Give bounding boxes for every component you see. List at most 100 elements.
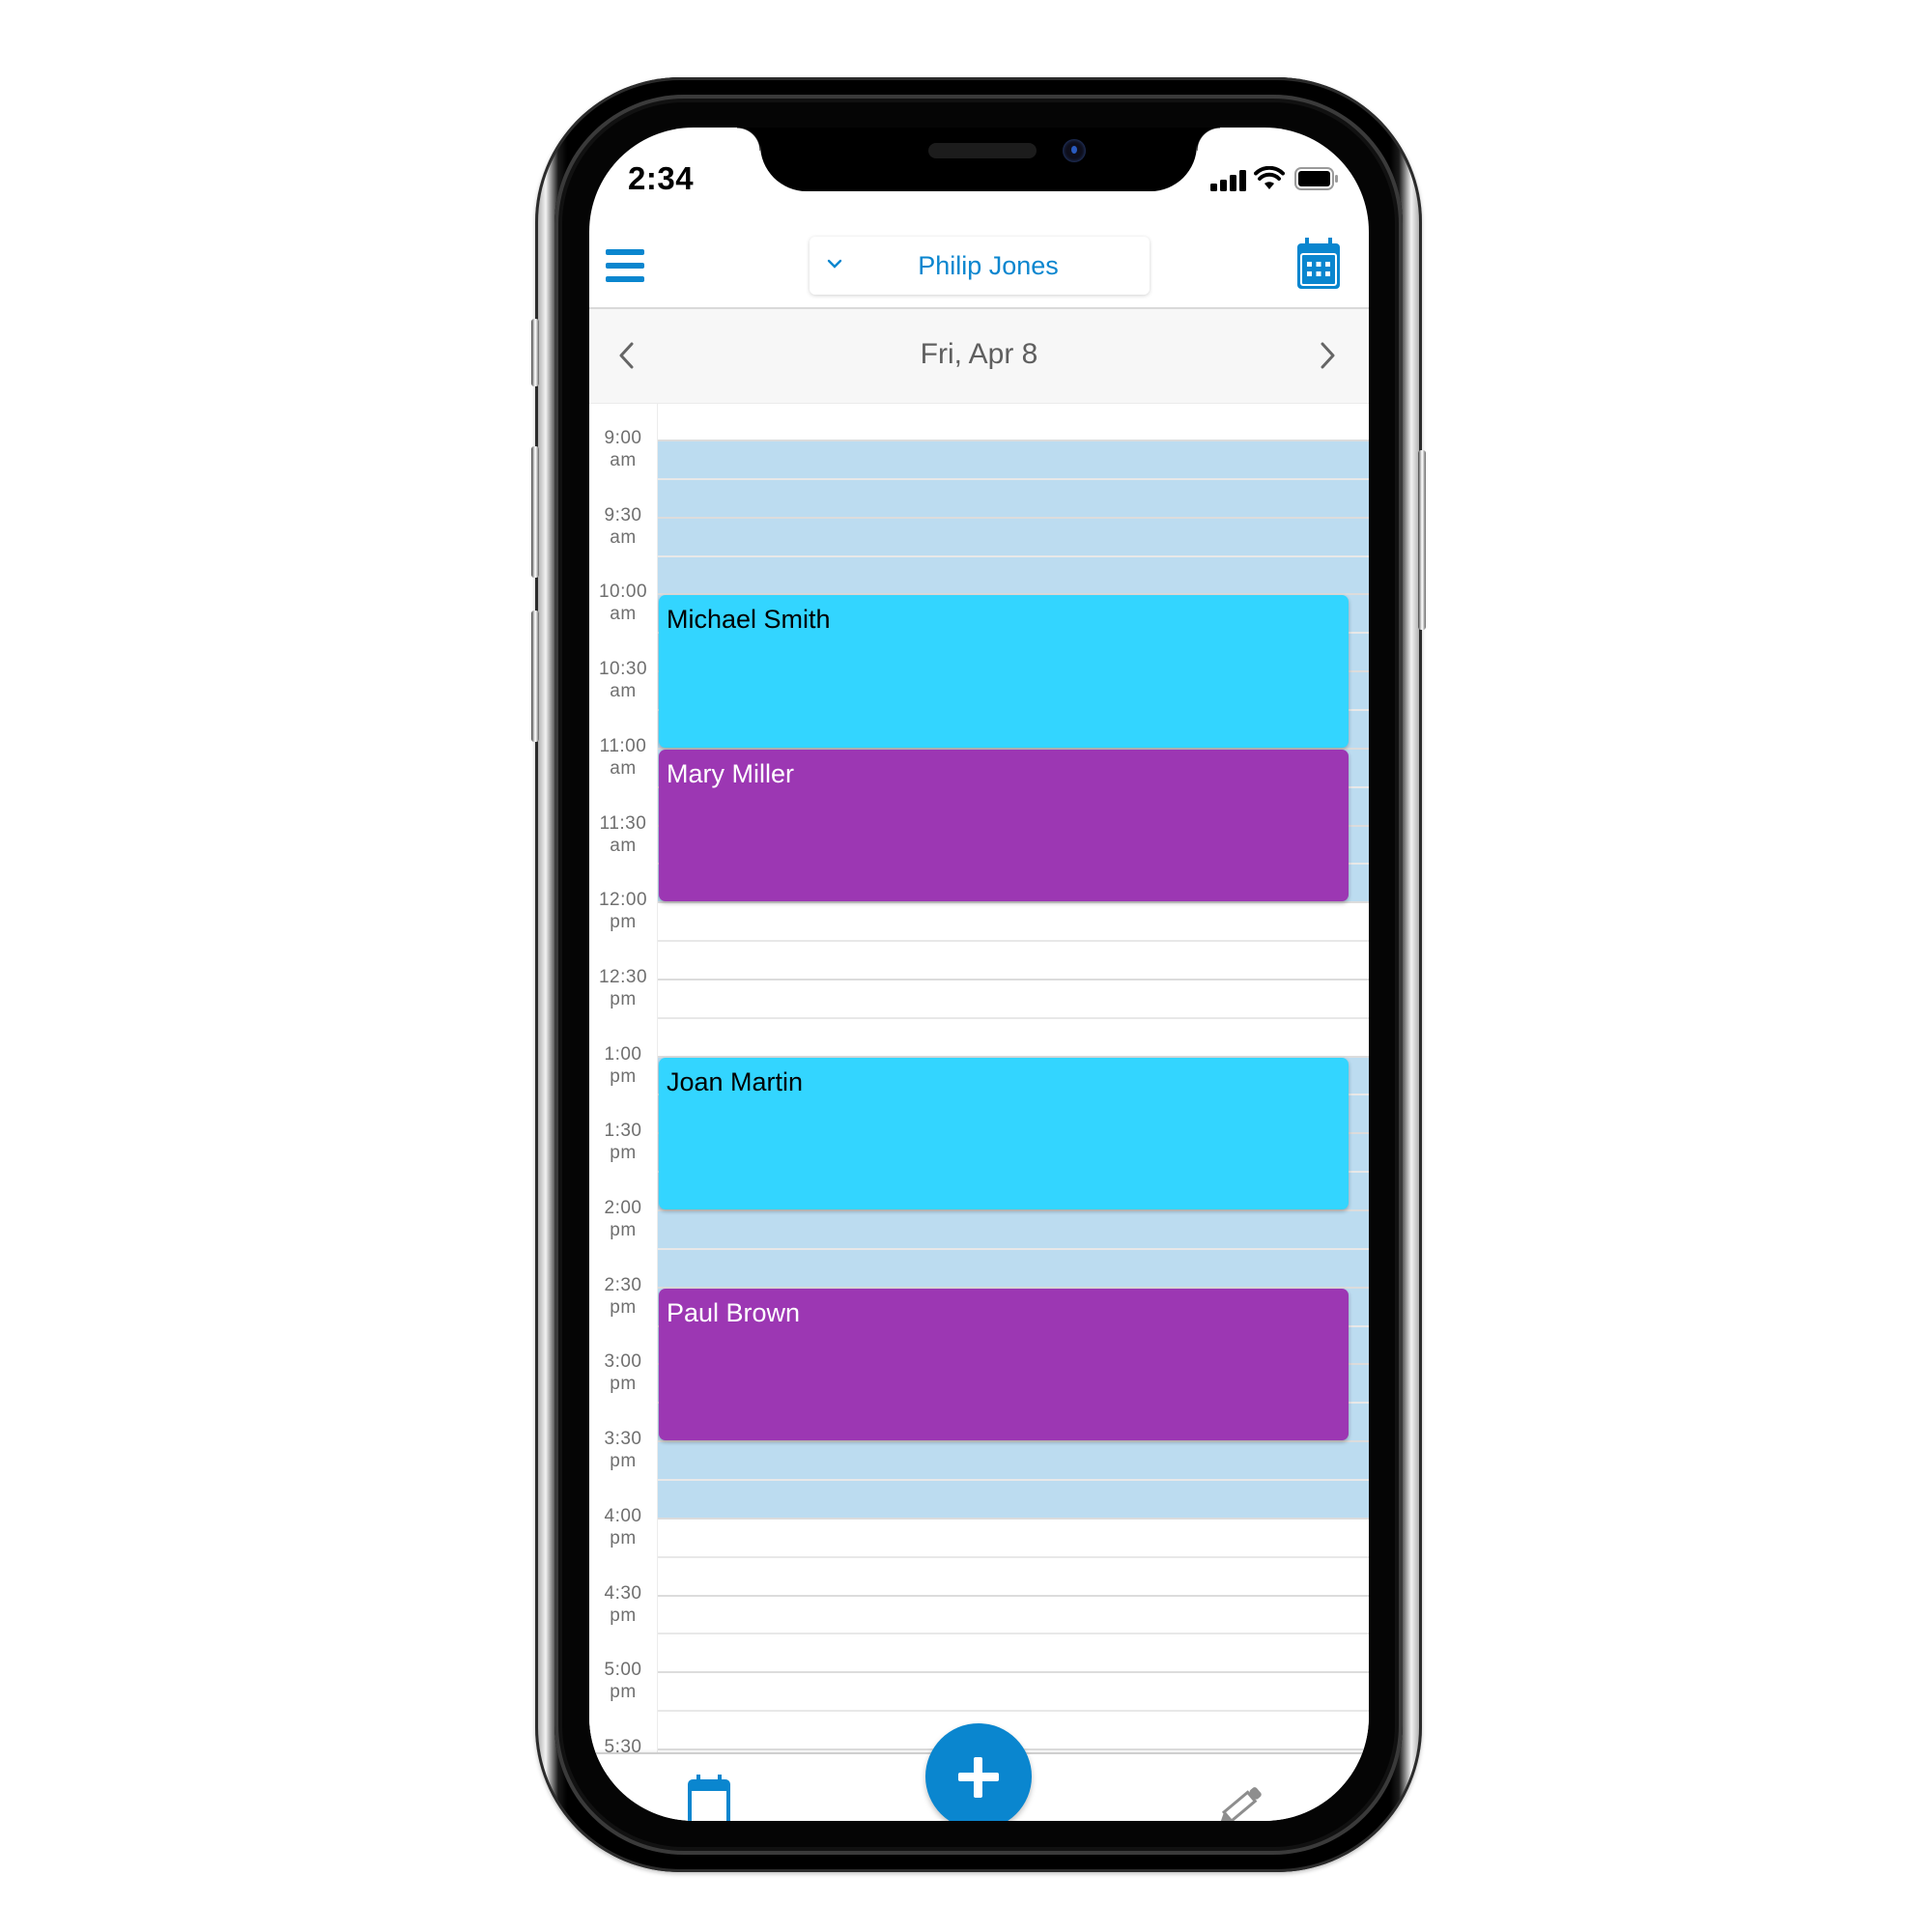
volume-up-button [531,446,539,578]
time-label-hour: 2:00 [604,1198,642,1218]
volume-down-button [531,611,539,742]
wifi-icon [1254,166,1285,189]
time-column: 9:00 am 9:30 am 10:00 am 10:30 am 11:00 am 11:30 am… [589,404,658,1752]
appointment-block[interactable]: Mary Miller [659,749,1349,902]
time-label-hour: 10:00 [598,582,648,603]
time-label: 2:30 pm [589,1274,657,1319]
appointment-block[interactable]: Michael Smith [659,595,1349,748]
battery-icon [1294,167,1338,190]
half-hour-gridline [657,1594,1369,1597]
time-label-period: pm [610,1451,637,1472]
time-label-hour: 3:30 [604,1429,642,1450]
time-label: 3:00 pm [589,1350,657,1395]
time-label: 1:30 pm [589,1120,657,1164]
half-hour-gridline [657,901,1369,904]
time-label-hour: 10:30 [598,659,648,680]
time-label: 4:30 pm [589,1582,657,1627]
time-label: 10:00 am [589,581,657,625]
calendar-tab-icon[interactable] [688,1774,730,1821]
power-button [1418,450,1426,630]
time-label-hour: 9:30 [604,504,642,526]
time-label-hour: 5:30 [604,1736,642,1752]
half-hour-gridline [657,1517,1369,1520]
time-label: 12:00 pm [589,889,657,933]
time-label-hour: 2:30 [604,1274,642,1295]
appointment-block[interactable]: Joan Martin [659,1057,1349,1209]
time-label: 9:30 am [589,504,657,549]
quarter-hour-gridline [657,477,1369,480]
time-label: 1:00 pm [589,1043,657,1088]
time-label-hour: 11:00 [599,735,647,756]
appointment-client-name: Joan Martin [667,1066,804,1096]
time-label-period: pm [610,988,637,1009]
time-label-period: am [610,450,637,470]
time-label-period: pm [610,1374,637,1395]
time-label-period: am [610,757,637,779]
time-label-period: pm [610,1296,637,1318]
quarter-hour-gridline [657,940,1369,943]
appointment-client-name: Michael Smith [667,605,831,635]
calendar-icon[interactable] [1296,238,1341,290]
hamburger-menu-icon[interactable] [606,249,644,282]
time-label: 11:30 am [589,812,657,857]
time-label-period: am [610,835,637,856]
time-label-period: pm [610,912,637,933]
status-time: 2:34 [628,160,695,196]
cellular-signal-icon [1210,170,1247,191]
half-hour-gridline [657,440,1369,441]
time-label: 5:00 pm [589,1659,657,1703]
notch [737,128,1220,191]
speaker-grille [928,143,1037,158]
time-label-hour: 1:00 [604,1043,642,1065]
half-hour-gridline [657,1440,1369,1443]
current-date: Fri, Apr 8 [920,338,1038,370]
time-label: 5:30pm [589,1736,657,1752]
time-label-period: am [610,526,637,548]
quarter-hour-gridline [657,554,1369,557]
time-label-hour: 12:00 [598,890,648,911]
time-label: 3:30 pm [589,1428,657,1472]
time-label-period: pm [610,1065,637,1087]
time-label-period: pm [610,1220,637,1240]
time-label-hour: 3:00 [604,1351,642,1373]
half-hour-gridline [657,1209,1369,1211]
date-navigation-bar: Fri, Apr 8 [589,309,1369,404]
time-label-period: am [610,604,637,625]
half-hour-gridline [657,978,1369,980]
appointment-block[interactable]: Paul Brown [659,1288,1349,1441]
quarter-hour-gridline [657,1710,1369,1713]
quarter-hour-gridline [657,1555,1369,1558]
pencil-edit-icon[interactable] [1219,1779,1267,1821]
time-label-period: pm [610,1605,637,1626]
time-label-hour: 4:30 [604,1582,642,1604]
time-label: 2:00 pm [589,1197,657,1241]
chevron-right-icon[interactable] [1313,338,1342,373]
time-label: 4:00 pm [589,1505,657,1549]
half-hour-gridline [657,516,1369,519]
time-label-hour: 9:00 [604,428,642,448]
time-label-hour: 5:00 [604,1660,642,1681]
app-screen: 2:34 Philip Jones Fri, Apr 8 Michael Smi… [589,128,1369,1821]
time-label: 10:30 am [589,658,657,702]
time-label: 11:00 am [589,735,657,780]
time-label: 9:00 am [589,427,657,471]
appointment-client-name: Paul Brown [667,1297,801,1327]
half-hour-gridline [657,1671,1369,1674]
time-label-period: am [610,681,637,702]
time-label-period: pm [610,1527,637,1548]
selected-person-name: Philip Jones [918,250,1059,280]
person-selector-dropdown[interactable]: Philip Jones [810,237,1150,295]
time-label-hour: 4:00 [604,1505,642,1526]
quarter-hour-gridline [657,1478,1369,1481]
quarter-hour-gridline [657,1633,1369,1635]
time-label: 12:30 pm [589,966,657,1010]
time-label-period: pm [610,1143,637,1164]
time-label-hour: 12:30 [598,966,648,987]
day-schedule-grid[interactable]: Michael Smith Mary Miller Joan Martin Paul … [589,404,1369,1752]
quarter-hour-gridline [657,1247,1369,1250]
appointment-client-name: Mary Miller [667,758,794,788]
add-appointment-button[interactable] [925,1723,1032,1821]
time-label-hour: 11:30 [599,812,647,834]
quarter-hour-gridline [657,1016,1369,1019]
time-label-hour: 1:30 [604,1121,642,1142]
